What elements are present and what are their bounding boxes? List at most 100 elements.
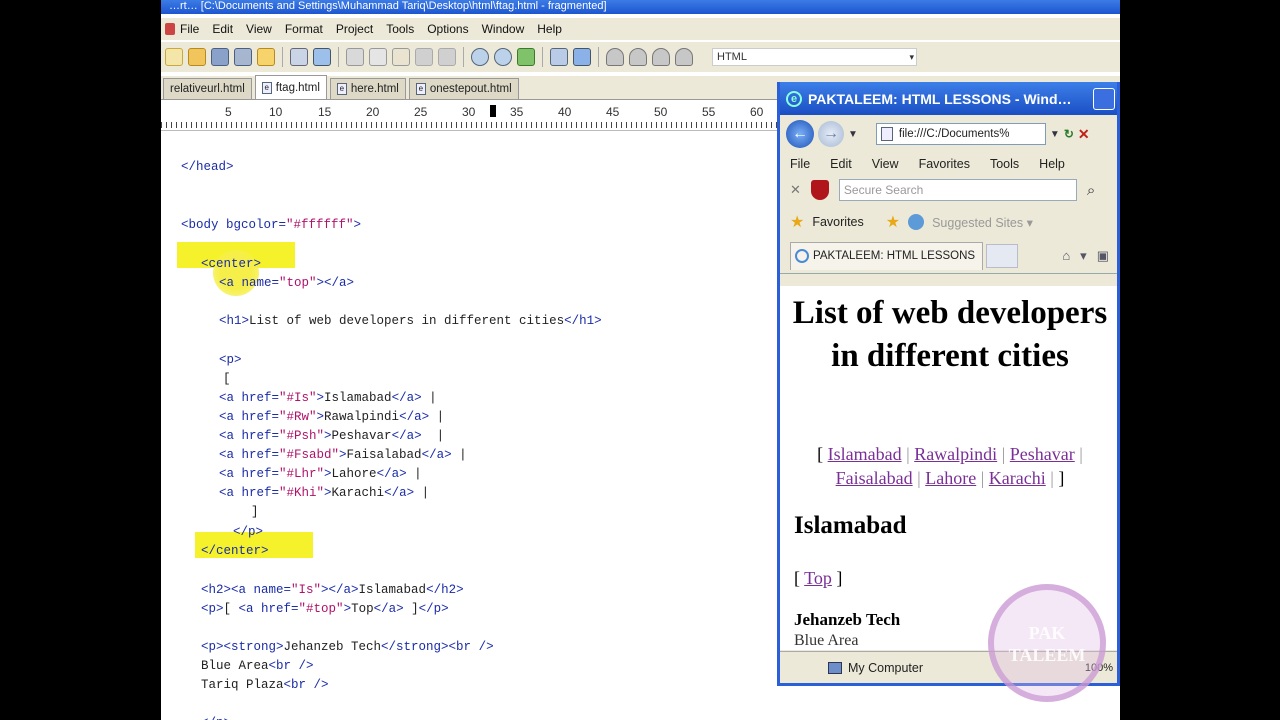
code-text: Top <box>351 602 374 616</box>
tab-here[interactable]: e here.html <box>329 78 406 99</box>
user-icon[interactable] <box>652 48 670 66</box>
tab-relativeurl[interactable]: relativeurl.html <box>163 78 252 99</box>
search-input[interactable]: Secure Search <box>838 179 1077 201</box>
user-icon[interactable] <box>675 48 693 66</box>
code-line[interactable]: <a href="#Rw">Rawalpindi</a> | <box>219 410 444 424</box>
code-text: [ <box>223 372 231 386</box>
save-icon[interactable] <box>211 48 229 66</box>
code-line[interactable]: </center> <box>201 544 269 558</box>
find-icon[interactable] <box>471 48 489 66</box>
link-top[interactable]: Top <box>804 568 832 588</box>
undo-icon[interactable] <box>415 48 433 66</box>
copy-icon[interactable] <box>369 48 387 66</box>
search-icon[interactable]: ⌕ <box>1087 182 1095 199</box>
code-line[interactable]: <p> <box>219 353 242 367</box>
favorites-button[interactable]: Favorites <box>812 215 863 229</box>
minimize-button[interactable] <box>1093 87 1115 110</box>
code-line[interactable]: </head> <box>181 160 234 174</box>
stop-icon[interactable]: ✕ <box>1078 126 1090 143</box>
code-tag: <a href= <box>219 410 280 424</box>
code-line[interactable]: <p>[ <a href="#top">Top</a> ]</p> <box>201 602 449 616</box>
link-karachi[interactable]: Karachi <box>989 468 1046 488</box>
browser-menu-view[interactable]: View <box>872 157 899 171</box>
code-line[interactable]: <body bgcolor="#ffffff"> <box>181 218 361 232</box>
menu-file[interactable]: File <box>180 22 199 36</box>
ruler-label: 30 <box>462 105 476 119</box>
back-button[interactable]: ← <box>786 120 814 148</box>
browser-menu-file[interactable]: File <box>790 157 810 171</box>
refresh-icon[interactable]: ↻ <box>1064 127 1074 141</box>
menu-tools[interactable]: Tools <box>386 22 414 36</box>
favorites-star-icon: ★ <box>790 214 805 231</box>
code-line[interactable]: <a name="top"></a> <box>219 276 354 290</box>
suggested-sites-link[interactable]: Suggested Sites ▾ <box>932 215 1033 230</box>
link-icon[interactable] <box>573 48 591 66</box>
close-icon[interactable]: ✕ <box>790 182 801 198</box>
link-rawalpindi[interactable]: Rawalpindi <box>914 444 997 464</box>
menu-help[interactable]: Help <box>537 22 562 36</box>
save-all-icon[interactable] <box>234 48 252 66</box>
address-bar[interactable]: file:///C:/Documents% <box>875 123 1046 145</box>
find-next-icon[interactable] <box>494 48 512 66</box>
paste-icon[interactable] <box>392 48 410 66</box>
code-tag: </a> <box>384 486 415 500</box>
code-line[interactable]: <a href="#Lhr">Lahore</a> | <box>219 467 422 481</box>
code-attr-value: "Is" <box>291 583 322 597</box>
browser-menu-favorites[interactable]: Favorites <box>919 157 970 171</box>
print-preview-icon[interactable] <box>313 48 331 66</box>
code-line[interactable]: <p><strong>Jehanzeb Tech</strong><br /> <box>201 640 494 654</box>
replace-icon[interactable] <box>517 48 535 66</box>
syntax-select[interactable]: HTML ▾ <box>712 48 917 66</box>
redo-icon[interactable] <box>438 48 456 66</box>
menu-project[interactable]: Project <box>336 22 373 36</box>
code-line[interactable]: </p> <box>201 716 231 720</box>
link-islamabad[interactable]: Islamabad <box>828 444 902 464</box>
browser-menu-edit[interactable]: Edit <box>830 157 852 171</box>
forward-button[interactable]: → <box>818 121 844 147</box>
browser-menu-help[interactable]: Help <box>1039 157 1065 171</box>
feeds-icon[interactable]: ▣ <box>1097 248 1109 264</box>
code-line[interactable]: <a href="#Khi">Karachi</a> | <box>219 486 429 500</box>
user-icon[interactable] <box>629 48 647 66</box>
code-line[interactable]: <h2><a name="Is"></a>Islamabad</h2> <box>201 583 464 597</box>
menu-edit[interactable]: Edit <box>212 22 233 36</box>
code-line[interactable]: <a href="#Fsabd">Faisalabad</a> | <box>219 448 467 462</box>
add-favorite-icon[interactable]: ★ <box>886 212 900 232</box>
code-line[interactable]: [ <box>223 372 231 386</box>
toolbar-separator <box>463 47 464 67</box>
chevron-down-icon[interactable]: ▾ <box>1080 248 1087 264</box>
open-project-icon[interactable] <box>257 48 275 66</box>
browser-menu-tools[interactable]: Tools <box>990 157 1019 171</box>
menu-window[interactable]: Window <box>482 22 525 36</box>
menu-options[interactable]: Options <box>427 22 468 36</box>
new-file-icon[interactable] <box>165 48 183 66</box>
print-icon[interactable] <box>290 48 308 66</box>
open-folder-icon[interactable] <box>188 48 206 66</box>
tab-ftag[interactable]: e ftag.html <box>254 75 327 99</box>
code-line[interactable]: <h1>List of web developers in different … <box>219 314 602 328</box>
link-peshavar[interactable]: Peshavar <box>1010 444 1075 464</box>
indent-icon[interactable] <box>550 48 568 66</box>
new-tab-button[interactable] <box>986 244 1018 268</box>
code-line[interactable]: Tariq Plaza<br /> <box>201 678 329 692</box>
link-faisalabad[interactable]: Faisalabad <box>836 468 913 488</box>
user-icon[interactable] <box>606 48 624 66</box>
ruler-label: 35 <box>510 105 524 119</box>
code-line[interactable]: <a href="#Is">Islamabad</a> | <box>219 391 437 405</box>
address-dropdown-icon[interactable]: ▼ <box>1050 129 1060 140</box>
code-tag: </strong><br /> <box>381 640 494 654</box>
code-line[interactable]: <a href="#Psh">Peshavar</a> | <box>219 429 444 443</box>
code-line[interactable]: ] <box>251 505 259 519</box>
menu-format[interactable]: Format <box>285 22 323 36</box>
code-line[interactable]: Blue Area<br /> <box>201 659 314 673</box>
menu-view[interactable]: View <box>246 22 272 36</box>
code-line[interactable]: </p> <box>233 525 263 539</box>
browser-tab[interactable]: PAKTALEEM: HTML LESSONS <box>790 242 983 270</box>
home-icon[interactable]: ⌂ <box>1062 248 1070 264</box>
code-line[interactable]: <center> <box>201 257 261 271</box>
code-editor[interactable]: </head> <body bgcolor="#ffffff"> <center> <… <box>161 132 781 720</box>
cut-icon[interactable] <box>346 48 364 66</box>
history-dropdown-icon[interactable]: ▼ <box>848 129 858 140</box>
link-lahore[interactable]: Lahore <box>925 468 976 488</box>
tab-onestepout[interactable]: e onestepout.html <box>408 78 519 99</box>
